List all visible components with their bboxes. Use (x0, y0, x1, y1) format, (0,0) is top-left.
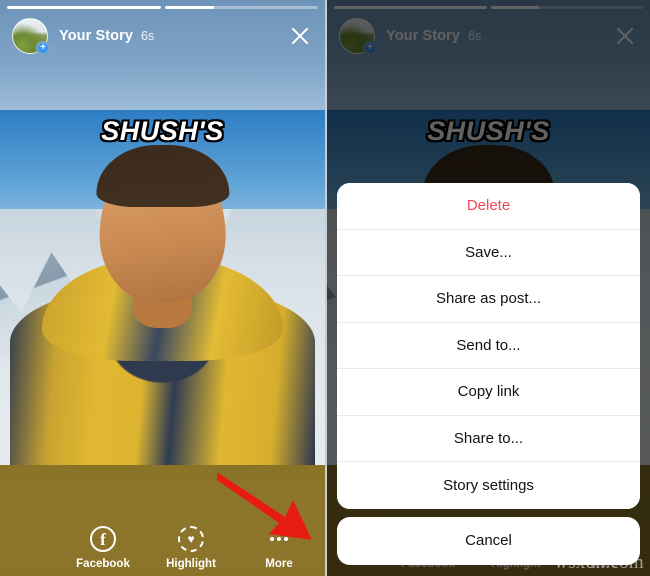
action-sheet-item-story-settings[interactable]: Story settings (337, 462, 640, 509)
story-panel-right: + Your Story 6s SHUSH'S (325, 0, 650, 576)
story-header: + Your Story 6s (0, 14, 325, 58)
more-dots-icon (266, 526, 292, 552)
facebook-icon: f (90, 526, 116, 552)
story-options-action-sheet: Delete Save... Share as post... Send to.… (337, 183, 640, 568)
action-sheet-item-share-to[interactable]: Share to... (337, 415, 640, 462)
highlight-button[interactable]: ♥ Highlight (159, 526, 223, 570)
add-story-badge-icon[interactable]: + (36, 41, 50, 55)
progress-fill (7, 6, 161, 9)
highlight-label: Highlight (166, 558, 216, 570)
action-sheet-item-send-to[interactable]: Send to... (337, 322, 640, 369)
story-media[interactable]: SHUSH'S (0, 110, 325, 465)
subject-hair (95, 144, 230, 207)
photo-subject (0, 138, 325, 465)
facebook-share-button[interactable]: f Facebook (71, 526, 135, 570)
progress-segment-1[interactable] (7, 6, 161, 9)
story-username: Your Story (59, 28, 134, 44)
action-sheet-item-share-as-post[interactable]: Share as post... (337, 276, 640, 323)
story-action-row: f Facebook ♥ Highlight More (71, 526, 311, 570)
close-icon[interactable] (285, 21, 315, 51)
story-caption-text: SHUSH'S (101, 116, 224, 146)
more-label: More (265, 558, 293, 570)
story-panel-left: + Your Story 6s SHUSH'S f Facebook ♥ Hig… (0, 0, 325, 576)
avatar[interactable]: + (12, 18, 50, 55)
story-elapsed-time: 6s (141, 29, 155, 43)
action-sheet-item-copy-link[interactable]: Copy link (337, 369, 640, 416)
story-progress-bar[interactable] (7, 6, 318, 9)
story-bottom-bar: f Facebook ♥ Highlight More (0, 465, 325, 576)
action-sheet-item-save[interactable]: Save... (337, 229, 640, 276)
story-header-text: Your Story 6s (59, 28, 154, 44)
screenshot-root: + Your Story 6s SHUSH'S f Facebook ♥ Hig… (0, 0, 650, 576)
facebook-label: Facebook (76, 558, 130, 570)
action-sheet-list: Delete Save... Share as post... Send to.… (337, 183, 640, 509)
action-sheet-item-delete[interactable]: Delete (337, 183, 640, 230)
more-button[interactable]: More (247, 526, 311, 570)
highlight-heart-icon: ♥ (178, 526, 204, 552)
progress-segment-2[interactable] (164, 6, 318, 9)
progress-fill (164, 6, 214, 9)
watermark: wsxdn.com (554, 552, 644, 573)
